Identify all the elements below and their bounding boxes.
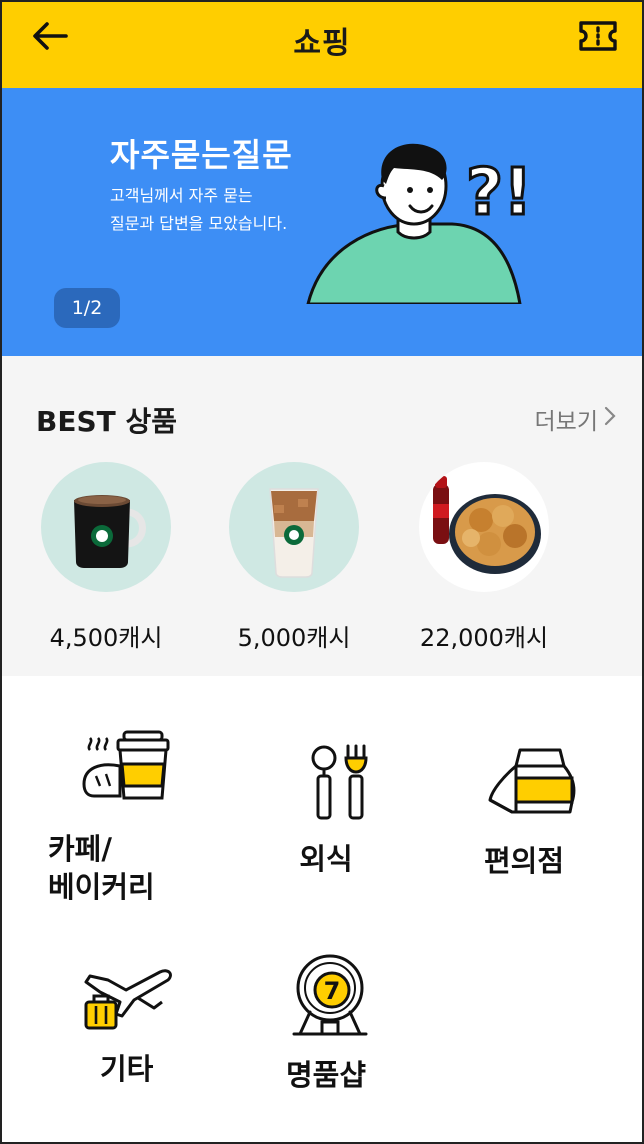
section-title: BEST 상품 [36, 405, 178, 438]
category-label: 외식 [299, 842, 353, 876]
spoon-fork-icon [300, 742, 382, 826]
category-label-line2: 베이커리 [48, 870, 155, 904]
banner-title: 자주묻는질문 [110, 136, 293, 174]
category-dining[interactable]: 외식 [282, 742, 382, 878]
iced-latte-image [229, 462, 359, 592]
top-bar: 쇼핑 [2, 2, 642, 88]
cafe-bakery-icon [80, 728, 228, 808]
faq-banner[interactable]: 자주묻는질문 고객님께서 자주 묻는 질문과 답변을 모았습니다. ?! 1/2 [2, 88, 642, 356]
page-indicator: 1/2 [54, 288, 120, 328]
svg-text:7: 7 [324, 977, 341, 1005]
category-label: 편의점 [484, 844, 565, 878]
faq-person-illustration: ?! [302, 128, 572, 308]
category-convenience-store[interactable]: 편의점 [484, 746, 604, 880]
category-luxury-shop[interactable]: 7 명품샵 [286, 950, 396, 1094]
category-label-line1: 카페/ [48, 832, 112, 866]
coffee-mug-image [41, 462, 171, 592]
more-link[interactable]: 더보기 [535, 402, 616, 436]
category-etc[interactable]: 기타 [82, 960, 202, 1088]
product-price: 4,500캐시 [49, 624, 163, 652]
app-screen: 쇼핑 자주묻는질문 고객님께서 자주 묻는 질문과 답변을 모았습니다. ?! … [0, 0, 644, 1144]
fried-chicken-cola-image [419, 462, 549, 592]
product-card[interactable]: 22,000캐시 [394, 462, 574, 653]
lottery-machine-icon: 7 [292, 950, 396, 1042]
product-card[interactable]: 5,000캐시 [204, 462, 384, 653]
svg-text:?!: ?! [466, 156, 532, 230]
product-card[interactable]: 4,500캐시 [16, 462, 196, 653]
chevron-right-icon [604, 406, 616, 432]
category-label: 기타 [100, 1052, 154, 1086]
more-label: 더보기 [534, 409, 598, 435]
category-cafe-bakery[interactable]: 카페/ 베이커리 [48, 728, 228, 906]
coupon-button[interactable] [576, 18, 620, 58]
category-label: 카페/ 베이커리 [48, 830, 228, 906]
category-label: 명품샵 [286, 1058, 367, 1092]
page-title: 쇼핑 [293, 26, 351, 61]
ticket-icon [578, 20, 618, 56]
product-price: 5,000캐시 [237, 624, 351, 652]
product-price: 22,000캐시 [419, 624, 549, 652]
airplane-luggage-icon [82, 960, 202, 1036]
best-products-section: BEST 상품 더보기 4,500캐시 5,000캐시 22,000캐시 [2, 356, 642, 676]
convenience-store-icon [486, 746, 604, 824]
